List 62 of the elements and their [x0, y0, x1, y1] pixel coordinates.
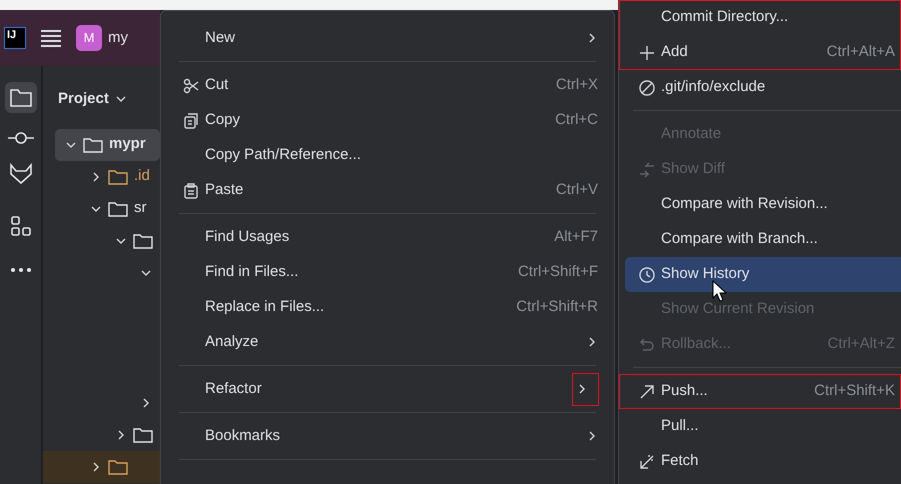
- diagonal-arrow-icon: [639, 384, 655, 400]
- menu-icon[interactable]: [40, 29, 62, 47]
- menu-item[interactable]: Find in Files... Ctrl+Shift+F: [165, 255, 610, 290]
- menu-item[interactable]: Commit Directory...: [625, 0, 901, 35]
- menu-item[interactable]: New: [165, 21, 610, 56]
- clipboard-icon: [183, 182, 199, 198]
- tree-row[interactable]: sr: [43, 192, 160, 224]
- shortcut-label: Ctrl+C: [555, 110, 598, 130]
- menu-item[interactable]: Compare with Branch...: [625, 222, 901, 257]
- menu-item[interactable]: Find Usages Alt+F7: [165, 220, 610, 255]
- blocked-icon: [639, 80, 655, 96]
- compare-arrows-icon: [639, 162, 655, 178]
- menu-item[interactable]: Compare with Revision...: [625, 187, 901, 222]
- menu-item[interactable]: Show History: [625, 257, 901, 292]
- menu-item[interactable]: Paste Ctrl+V: [165, 173, 610, 208]
- menu-item[interactable]: Analyze: [165, 325, 610, 360]
- shortcut-label: Ctrl+Alt+Z: [827, 334, 895, 354]
- menu-item[interactable]: Bookmarks: [165, 419, 610, 454]
- menu-item[interactable]: Refactor: [165, 372, 610, 407]
- copy-icon: [183, 112, 199, 128]
- structure-icon[interactable]: [10, 214, 32, 236]
- tree-label: mypr: [109, 134, 146, 154]
- tree-row[interactable]: .id: [43, 160, 160, 192]
- project-name[interactable]: my: [108, 26, 128, 50]
- shortcut-label: Ctrl+Shift+R: [516, 297, 598, 318]
- tree-label: sr: [134, 198, 146, 218]
- tree-row[interactable]: mypr: [55, 128, 160, 160]
- shortcut-label: Ctrl+V: [556, 180, 598, 200]
- app-logo-icon: IJ: [4, 27, 26, 49]
- shortcut-label: Alt+F7: [554, 227, 598, 248]
- folder-icon: [83, 136, 103, 152]
- fox-icon[interactable]: [8, 162, 32, 184]
- menu-item[interactable]: Cut Ctrl+X: [165, 68, 610, 103]
- shortcut-label: Ctrl+Shift+F: [518, 262, 598, 282]
- folder-icon: [133, 426, 153, 442]
- folder-icon: [108, 200, 128, 216]
- shortcut-label: Ctrl+Alt+A: [826, 42, 895, 62]
- more-icon[interactable]: [10, 266, 32, 272]
- plus-icon: [639, 44, 655, 60]
- menu-item[interactable]: .git/info/exclude: [625, 70, 901, 105]
- menu-item[interactable]: Replace in Files... Ctrl+Shift+R: [165, 290, 610, 325]
- clock-icon: [639, 266, 655, 282]
- menu-item[interactable]: Fetch: [625, 444, 901, 479]
- folder-icon: [133, 232, 153, 248]
- panel-title[interactable]: Project: [58, 88, 109, 110]
- folder-icon: [108, 458, 128, 474]
- menu-item[interactable]: Push... Ctrl+Shift+K: [625, 374, 901, 409]
- undo-icon: [639, 336, 655, 352]
- project-tool-button[interactable]: [4, 82, 36, 112]
- menu-item[interactable]: Copy Ctrl+C: [165, 103, 610, 138]
- menu-item[interactable]: Add Ctrl+Alt+A: [625, 35, 901, 70]
- scissors-icon: [183, 78, 199, 94]
- project-avatar[interactable]: M: [76, 25, 102, 51]
- shortcut-label: Ctrl+Shift+K: [814, 381, 895, 402]
- diagonal-arrow-icon: [639, 454, 655, 470]
- menu-item[interactable]: Pull...: [625, 409, 901, 444]
- tree-label: .id: [134, 166, 150, 186]
- commit-icon[interactable]: [8, 130, 34, 144]
- mouse-cursor-icon: [712, 280, 728, 302]
- folder-icon: [108, 168, 128, 184]
- shortcut-label: Ctrl+X: [556, 75, 598, 96]
- menu-item[interactable]: Copy Path/Reference...: [165, 138, 610, 173]
